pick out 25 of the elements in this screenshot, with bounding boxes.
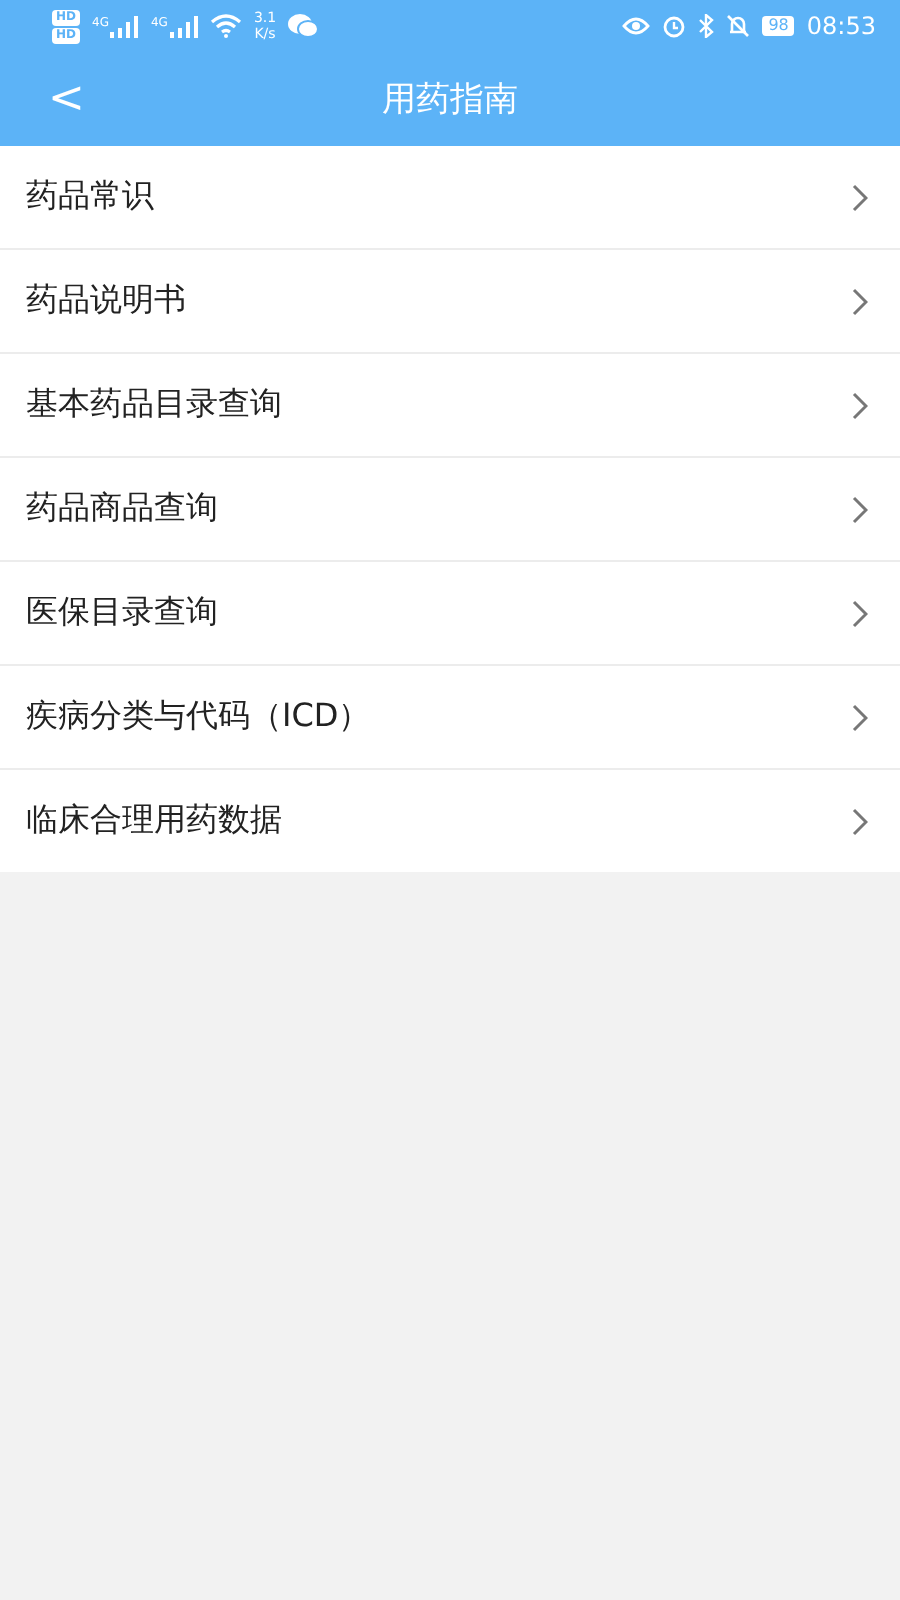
chevron-right-icon [852, 495, 868, 523]
chevron-right-icon [852, 183, 868, 211]
muted-bell-icon [726, 14, 751, 38]
chevron-right-icon [852, 391, 868, 419]
chevron-right-icon [852, 599, 868, 627]
chat-icon [288, 14, 319, 38]
page-title: 用药指南 [382, 78, 518, 122]
menu-item[interactable]: 基本药品目录查询 [0, 354, 900, 458]
bluetooth-icon [698, 14, 715, 38]
eye-icon [622, 16, 651, 36]
signal-icon [110, 15, 139, 37]
menu-item[interactable]: 临床合理用药数据 [0, 770, 900, 872]
wifi-icon [209, 14, 242, 38]
menu-item[interactable]: 药品常识 [0, 146, 900, 250]
chevron-right-icon [852, 703, 868, 731]
chevron-right-icon [852, 807, 868, 835]
menu-item[interactable]: 疾病分类与代码（ICD） [0, 666, 900, 770]
menu-item[interactable]: 药品说明书 [0, 250, 900, 354]
battery-level: 98 [762, 16, 795, 36]
signal-icon [169, 15, 198, 37]
alarm-icon [662, 14, 687, 38]
chevron-right-icon [852, 287, 868, 315]
clock: 08:53 [806, 12, 876, 40]
menu-item[interactable]: 医保目录查询 [0, 562, 900, 666]
menu-item[interactable]: 药品商品查询 [0, 458, 900, 562]
